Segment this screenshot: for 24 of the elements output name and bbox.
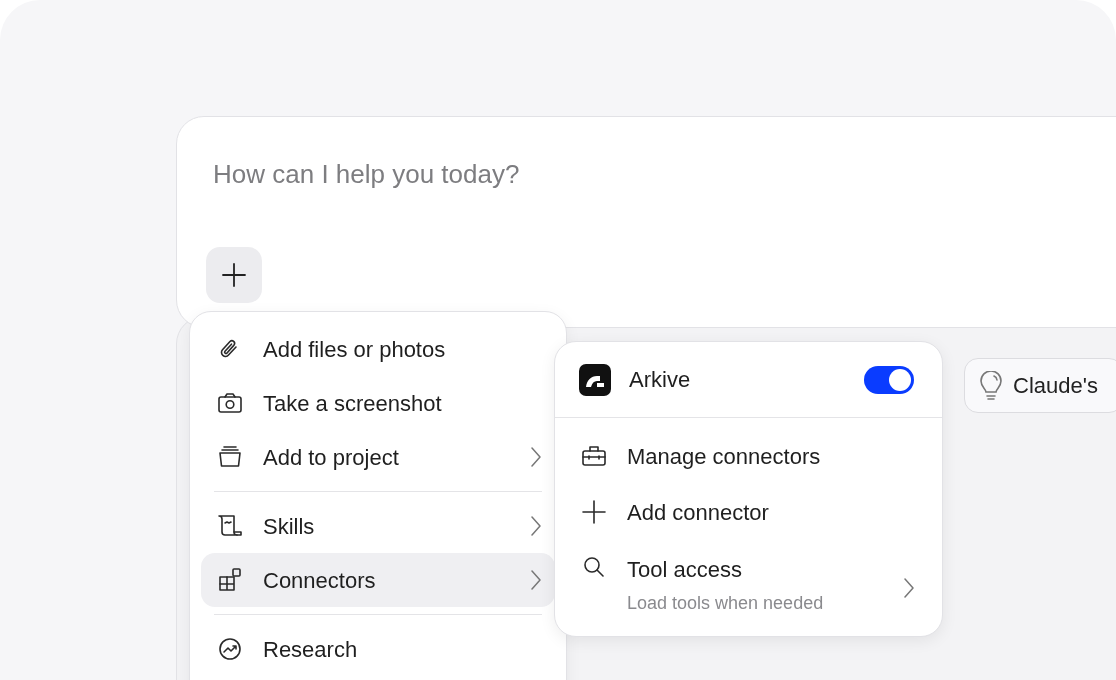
submenu-item[interactable]: Tool access Load tools when needed bbox=[565, 540, 932, 622]
scroll-icon bbox=[217, 513, 243, 539]
submenu-item[interactable]: Manage connectors bbox=[565, 428, 932, 484]
connector-name: Arkive bbox=[629, 366, 692, 394]
app-logo-icon bbox=[579, 363, 611, 396]
plus-icon bbox=[221, 262, 247, 288]
camera-icon bbox=[217, 390, 243, 416]
item-description: Load tools when needed bbox=[627, 592, 825, 615]
item-label: Manage connectors bbox=[627, 442, 822, 471]
toggle-switch[interactable] bbox=[864, 365, 914, 394]
item-label: Add connector bbox=[627, 498, 770, 527]
folder-stack-icon bbox=[217, 444, 243, 470]
submenu-item[interactable]: Add connector bbox=[565, 484, 932, 540]
trend-circle-icon bbox=[217, 636, 243, 662]
item-label: Tool access bbox=[627, 556, 743, 584]
toolbox-icon bbox=[581, 443, 607, 469]
menu-item[interactable]: Connectors bbox=[201, 553, 555, 607]
prompt-input[interactable]: How can I help you today? bbox=[213, 155, 813, 194]
lightbulb-icon bbox=[979, 370, 1003, 401]
plus-icon bbox=[581, 499, 607, 525]
blocks-icon bbox=[217, 567, 243, 593]
chip-button[interactable]: Claude's bbox=[964, 358, 1116, 413]
add-button[interactable] bbox=[206, 247, 262, 303]
search-icon bbox=[581, 554, 607, 580]
